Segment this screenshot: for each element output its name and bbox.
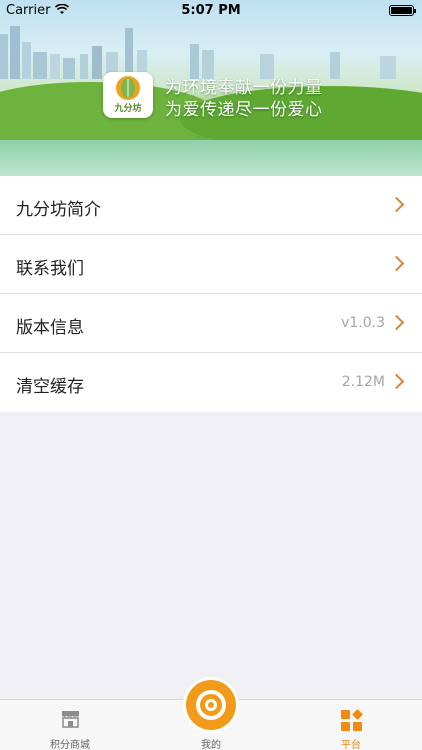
- tab-platform[interactable]: 平台: [301, 700, 401, 750]
- status-time: 5:07 PM: [181, 3, 241, 18]
- ring-dot-icon: [205, 699, 217, 711]
- menu-item-version[interactable]: 版本信息 v1.0.3: [0, 294, 422, 353]
- mine-center-button[interactable]: [186, 680, 236, 730]
- chevron-right-icon: [388, 255, 405, 272]
- grid-icon: [341, 709, 363, 731]
- menu-item-label: 联系我们: [16, 259, 84, 279]
- logo-text: 九分坊: [114, 104, 142, 114]
- battery-icon: [389, 5, 416, 16]
- menu-item-label: 版本信息: [16, 318, 84, 338]
- menu-item-about[interactable]: 九分坊简介: [0, 176, 422, 235]
- menu-item-label: 清空缓存: [16, 377, 84, 397]
- status-bar: Carrier 5:07 PM: [0, 0, 422, 22]
- menu-item-clear-cache[interactable]: 清空缓存 2.12M: [0, 353, 422, 412]
- slogan-line-2: 为爱传递尽一份爱心: [165, 100, 323, 120]
- version-value: v1.0.3: [341, 315, 385, 331]
- header-banner: Carrier 5:07 PM 九分坊 为环境奉献一份力量 为爱传递尽一份爱心: [0, 0, 422, 176]
- chevron-right-icon: [388, 196, 405, 213]
- tab-label: 平台: [341, 740, 361, 750]
- cache-size-value: 2.12M: [341, 374, 385, 390]
- settings-menu: 九分坊简介 联系我们 版本信息 v1.0.3 清空缓存 2.12M: [0, 176, 422, 412]
- menu-item-contact[interactable]: 联系我们: [0, 235, 422, 294]
- menu-item-label: 九分坊简介: [16, 200, 101, 220]
- store-icon: [62, 711, 79, 728]
- chevron-right-icon: [388, 314, 405, 331]
- leaf-icon: [116, 76, 140, 100]
- tab-label: 我的: [201, 740, 221, 750]
- app-logo: 九分坊: [103, 72, 153, 118]
- tab-label: 积分商城: [50, 740, 90, 750]
- lake-decoration: [0, 140, 422, 176]
- chevron-right-icon: [388, 373, 405, 390]
- tab-points-mall[interactable]: 积分商城: [20, 700, 120, 750]
